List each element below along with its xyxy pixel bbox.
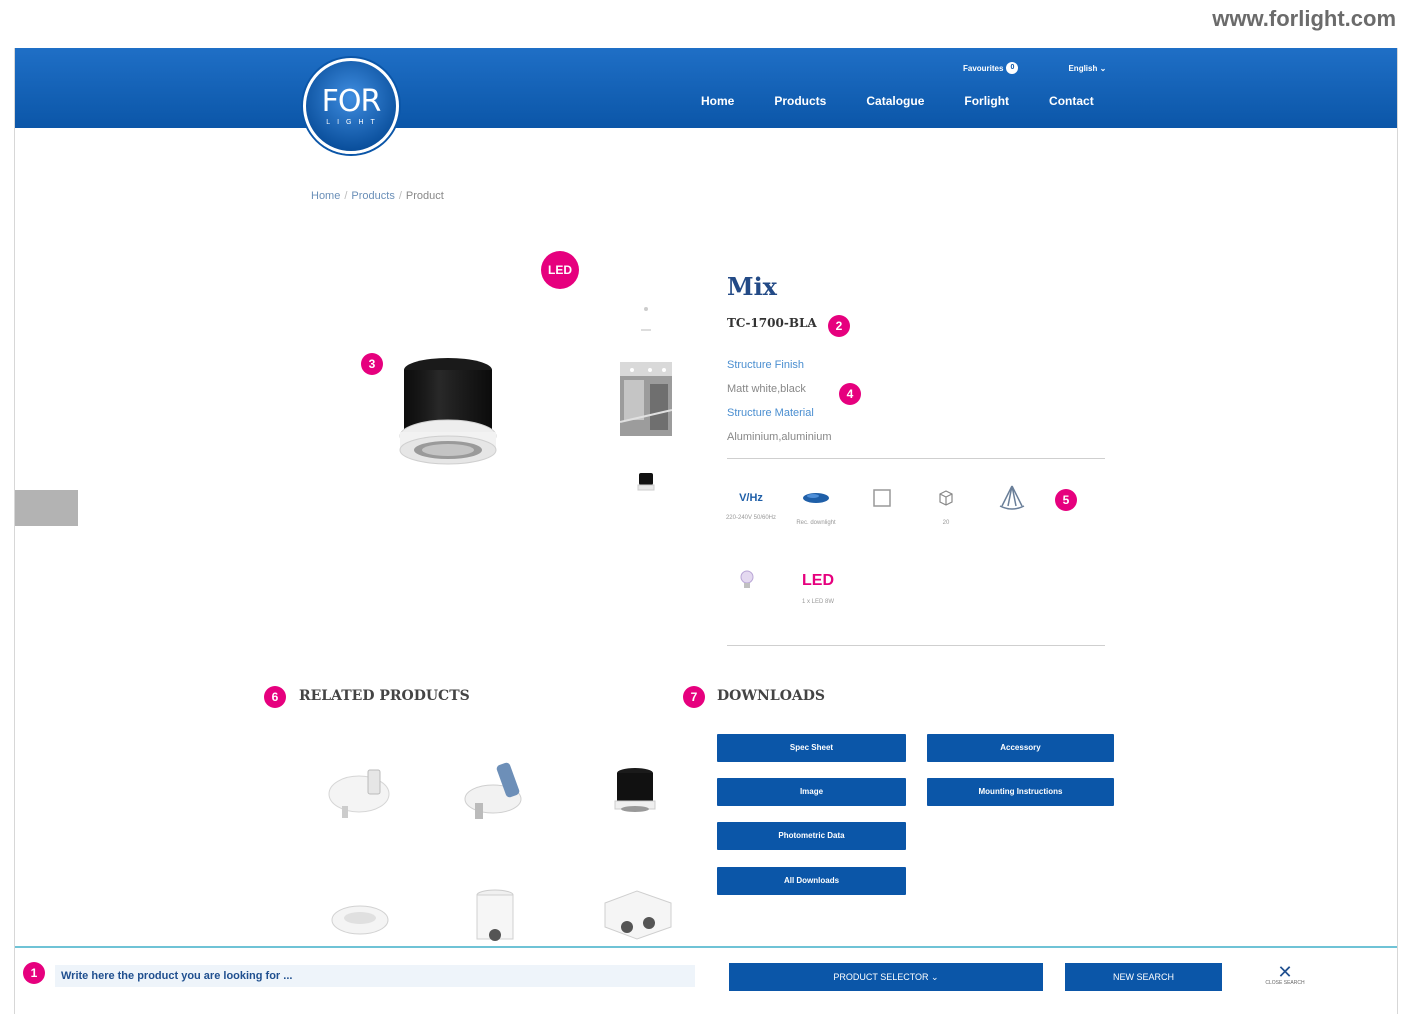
feature-square-frame [847, 488, 917, 513]
related-product-3[interactable] [595, 752, 675, 832]
related-product-1[interactable] [311, 752, 407, 832]
feature-bulb [712, 568, 782, 599]
all-downloads-button[interactable]: All Downloads [717, 867, 906, 895]
side-feedback-tab[interactable] [15, 490, 78, 526]
breadcrumb-home[interactable]: Home [311, 190, 340, 202]
product-code: TC-1700-BLA [727, 316, 817, 330]
thumbnail-3[interactable] [619, 446, 673, 520]
nav-contact[interactable]: Contact [1049, 94, 1094, 108]
downloads-title: DOWNLOADS [717, 688, 826, 704]
main-nav: Home Products Catalogue Forlight Contact [701, 94, 1134, 108]
annotation-badge-1: 1 [23, 962, 45, 984]
thumbnail-2[interactable] [619, 362, 673, 436]
voltage-caption: 220-240V 50/60Hz [725, 515, 777, 521]
related-product-5[interactable] [455, 884, 535, 946]
nav-products[interactable]: Products [774, 94, 826, 108]
favourites-link[interactable]: Favourites 0 [963, 62, 1019, 74]
breadcrumb: Home / Products / Product [311, 190, 444, 202]
site-header: Favourites 0 English ⌄ Home Products Cat… [15, 48, 1397, 128]
favourites-count-badge: 0 [1006, 62, 1019, 74]
annotation-badge-6: 6 [264, 686, 286, 708]
nav-forlight[interactable]: Forlight [964, 94, 1009, 108]
bulb-icon [740, 570, 754, 588]
nav-home[interactable]: Home [701, 94, 734, 108]
led-badge: LED [541, 251, 579, 289]
image-button[interactable]: Image [717, 778, 906, 806]
led-caption: 1 x LED 8W [801, 599, 834, 605]
new-search-button[interactable]: NEW SEARCH [1065, 963, 1222, 991]
feature-fixture-type: Rec. downlight [781, 488, 851, 527]
breadcrumb-current: Product [405, 190, 444, 202]
bottom-search-bar: PRODUCT SELECTOR ⌄ NEW SEARCH ✕ CLOSE SE… [15, 946, 1397, 1014]
feature-light-beam [977, 484, 1047, 519]
box-caption: 20 [942, 520, 950, 526]
related-product-6[interactable] [587, 880, 687, 946]
feature-voltage: V/Hz 220-240V 50/60Hz [716, 488, 786, 522]
language-selector[interactable]: English ⌄ [1068, 64, 1106, 73]
box-icon [939, 490, 953, 506]
feature-led: LED 1 x LED 8W [783, 570, 853, 606]
annotation-badge-3: 3 [361, 353, 383, 375]
spec-value-finish: Matt white,black [727, 383, 806, 395]
thumbnail-list [619, 278, 673, 530]
feature-box: 20 [911, 488, 981, 527]
spec-sheet-button[interactable]: Spec Sheet [717, 734, 906, 762]
fixture-type-icon [803, 493, 829, 503]
fixture-type-caption: Rec. downlight [796, 520, 836, 526]
voltage-icon: V/Hz [739, 492, 763, 504]
spec-label-finish: Structure Finish [727, 359, 805, 371]
light-beam-icon [999, 485, 1025, 510]
accessory-button[interactable]: Accessory [927, 734, 1114, 762]
divider-bottom [727, 645, 1105, 646]
logo-main-text: FOR [321, 83, 382, 119]
favourites-label: Favourites [963, 63, 1004, 73]
annotation-badge-5: 5 [1055, 489, 1077, 511]
product-name: Mix [727, 272, 777, 301]
browser-page: Favourites 0 English ⌄ Home Products Cat… [14, 48, 1398, 1014]
product-search-input[interactable] [55, 965, 695, 987]
led-icon: LED [802, 572, 834, 589]
related-product-2[interactable] [447, 752, 543, 832]
breadcrumb-products[interactable]: Products [351, 190, 394, 202]
spec-label-material: Structure Material [727, 407, 814, 419]
related-products-title: RELATED PRODUCTS [299, 688, 470, 704]
site-url: www.forlight.com [1212, 6, 1396, 31]
logo-sub-text: LIGHT [326, 118, 382, 126]
close-icon: ✕ [1277, 962, 1293, 982]
mounting-instructions-button[interactable]: Mounting Instructions [927, 778, 1114, 806]
product-selector-button[interactable]: PRODUCT SELECTOR ⌄ [729, 963, 1043, 991]
forlight-logo[interactable]: FOR LIGHT [303, 58, 399, 154]
annotation-badge-7: 7 [683, 686, 705, 708]
divider-top [727, 458, 1105, 459]
thumbnail-1[interactable] [619, 278, 673, 352]
spec-value-material: Aluminium,aluminium [727, 431, 832, 443]
main-product-image[interactable] [393, 356, 503, 474]
annotation-badge-2: 2 [828, 315, 850, 337]
nav-catalogue[interactable]: Catalogue [866, 94, 924, 108]
square-frame-icon [873, 489, 891, 507]
close-search-caption: CLOSE SEARCH [1265, 980, 1305, 986]
close-search-button[interactable]: ✕ CLOSE SEARCH [1255, 962, 1315, 986]
annotation-badge-4: 4 [839, 383, 861, 405]
related-product-4[interactable] [315, 884, 405, 946]
photometric-data-button[interactable]: Photometric Data [717, 822, 906, 850]
header-topbar: Favourites 0 English ⌄ [963, 62, 1106, 74]
